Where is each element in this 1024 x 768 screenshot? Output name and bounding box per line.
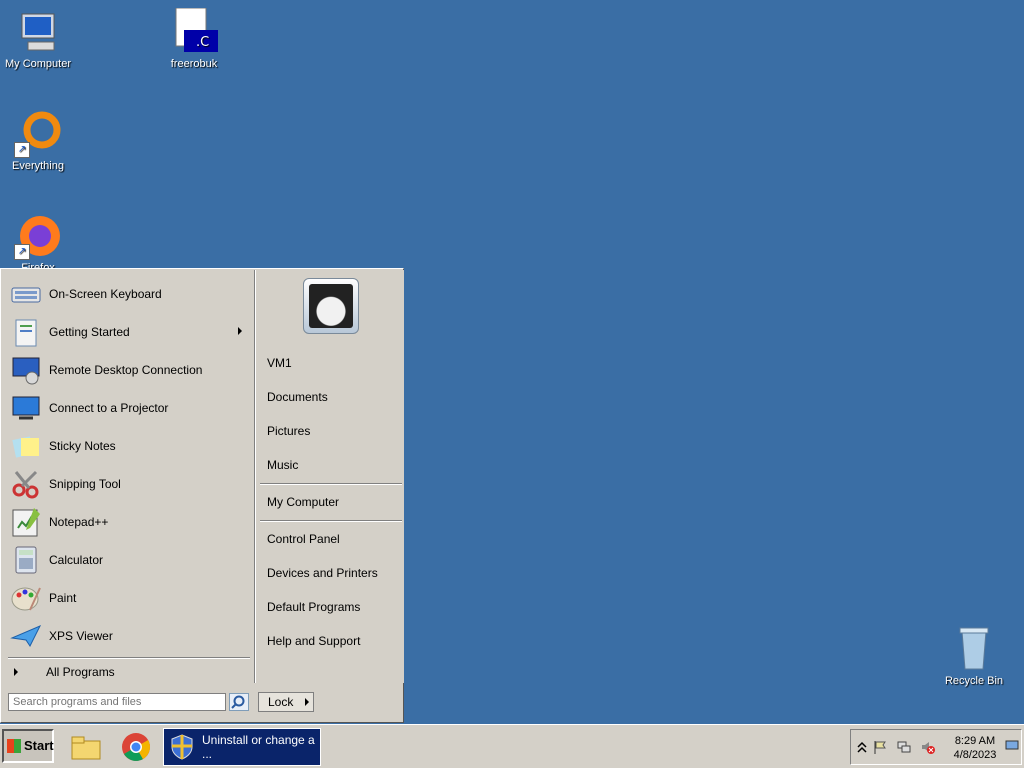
user-picture-icon	[309, 284, 353, 328]
sticky-notes-icon	[10, 430, 42, 462]
search-button[interactable]	[229, 693, 249, 711]
paint-icon	[10, 582, 42, 614]
program-xps-viewer[interactable]: XPS Viewer	[10, 619, 250, 653]
all-programs-button[interactable]: All Programs	[10, 663, 115, 681]
start-menu: On-Screen Keyboard Getting Started Remot…	[0, 268, 404, 723]
show-hidden-icons-icon[interactable]	[855, 740, 869, 754]
shortcut-arrow-icon: ↗	[14, 142, 30, 158]
firefox-icon: ↗	[14, 212, 62, 260]
documents-link[interactable]: Documents	[267, 390, 328, 404]
snipping-tool-icon	[10, 468, 42, 500]
my-computer-icon	[14, 8, 62, 56]
shortcut-arrow-icon: ↗	[14, 244, 30, 260]
clock[interactable]: 8:29 AM 4/8/2023	[945, 734, 1005, 762]
my-computer-link[interactable]: My Computer	[267, 495, 339, 509]
start-menu-places-pane: VM1 Documents Pictures Music My Computer…	[255, 270, 404, 683]
action-center-flag-icon[interactable]	[873, 740, 887, 754]
svg-text:.C: .C	[196, 35, 209, 50]
program-sticky-notes[interactable]: Sticky Notes	[10, 429, 250, 463]
program-label: XPS Viewer	[49, 629, 113, 643]
recycle-bin-icon	[950, 625, 998, 673]
program-getting-started[interactable]: Getting Started	[10, 315, 250, 349]
network-icon[interactable]	[897, 740, 911, 754]
music-link[interactable]: Music	[267, 458, 298, 472]
xps-viewer-icon	[10, 620, 42, 652]
notepad-plus-plus-icon	[10, 506, 42, 538]
windows-logo-icon	[7, 739, 21, 753]
folder-icon	[71, 736, 101, 760]
program-label: Getting Started	[49, 325, 130, 339]
desktop-icon-label: Recycle Bin	[944, 675, 1004, 687]
desktop-icon-freerobuk[interactable]: .C freerobuk	[156, 7, 232, 70]
program-remote-desktop-connection[interactable]: Remote Desktop Connection	[10, 353, 250, 387]
all-programs-arrow-icon	[14, 668, 18, 676]
program-label: Calculator	[49, 553, 104, 567]
chrome-icon	[122, 733, 150, 761]
program-connect-to-projector[interactable]: Connect to a Projector	[10, 391, 250, 425]
submenu-arrow-icon	[238, 327, 242, 335]
program-on-screen-keyboard[interactable]: On-Screen Keyboard	[10, 277, 250, 311]
desktop-icon-everything[interactable]: ↗ Everything	[0, 110, 76, 172]
divider	[260, 520, 402, 522]
pictures-link[interactable]: Pictures	[267, 424, 310, 438]
devices-and-printers-link[interactable]: Devices and Printers	[267, 566, 378, 580]
desktop-icon-label: freerobuk	[170, 58, 218, 70]
divider	[8, 657, 250, 659]
desktop-icon-my-computer[interactable]: My Computer	[0, 8, 76, 70]
all-programs-label: All Programs	[46, 665, 115, 679]
default-programs-link[interactable]: Default Programs	[267, 600, 360, 614]
user-folder-link[interactable]: VM1	[267, 356, 292, 370]
system-tray: 8:29 AM 4/8/2023	[850, 729, 1022, 765]
calculator-icon	[10, 544, 42, 576]
program-label: Remote Desktop Connection	[49, 363, 203, 377]
task-title: Uninstall or change a ...	[202, 733, 315, 761]
program-paint[interactable]: Paint	[10, 581, 250, 615]
divider	[260, 483, 402, 485]
start-menu-bottom-bar: Lock	[2, 684, 402, 722]
uac-shield-icon	[171, 734, 193, 760]
keyboard-icon	[10, 278, 42, 310]
lock-options-arrow-button[interactable]	[301, 692, 314, 712]
search-input[interactable]	[8, 693, 226, 711]
clock-time: 8:29 AM	[954, 735, 996, 747]
desktop-icon-recycle-bin[interactable]: Recycle Bin	[936, 625, 1012, 687]
program-label: Sticky Notes	[49, 439, 116, 453]
program-label: Paint	[49, 591, 77, 605]
desktop-icon-firefox[interactable]: ↗ Firefox	[0, 212, 76, 274]
program-snipping-tool[interactable]: Snipping Tool	[10, 467, 250, 501]
program-calculator[interactable]: Calculator	[10, 543, 250, 577]
program-label: On-Screen Keyboard	[49, 287, 162, 301]
clock-date: 4/8/2023	[953, 749, 997, 761]
everything-search-icon: ↗	[14, 110, 62, 158]
help-and-support-link[interactable]: Help and Support	[267, 634, 360, 648]
control-panel-link[interactable]: Control Panel	[267, 532, 340, 546]
start-label: Start	[24, 738, 54, 753]
program-label: Connect to a Projector	[49, 401, 169, 415]
projector-icon	[10, 392, 42, 424]
desktop-icon-label: My Computer	[4, 58, 72, 70]
start-menu-programs-pane: On-Screen Keyboard Getting Started Remot…	[2, 270, 254, 683]
getting-started-icon	[10, 316, 42, 348]
show-desktop-icon[interactable]	[1005, 738, 1019, 752]
program-label: Snipping Tool	[49, 477, 121, 491]
taskbar: Start Uninstall or change a ... 8:29 AM …	[0, 724, 1024, 768]
c-source-file-icon: .C	[170, 7, 218, 56]
chrome-quick-launch[interactable]	[120, 731, 152, 763]
start-button[interactable]: Start	[2, 729, 54, 763]
search-icon	[231, 695, 245, 709]
program-notepad-plus-plus[interactable]: Notepad++	[10, 505, 250, 539]
user-avatar[interactable]	[303, 278, 359, 334]
explorer-quick-launch[interactable]	[70, 731, 102, 763]
desktop-icon-label: Everything	[12, 160, 64, 172]
lock-button[interactable]: Lock	[258, 692, 302, 712]
taskbar-window-uninstall[interactable]: Uninstall or change a ...	[163, 728, 321, 766]
remote-desktop-icon	[10, 354, 42, 386]
volume-muted-icon[interactable]	[921, 740, 935, 754]
program-label: Notepad++	[49, 515, 109, 529]
